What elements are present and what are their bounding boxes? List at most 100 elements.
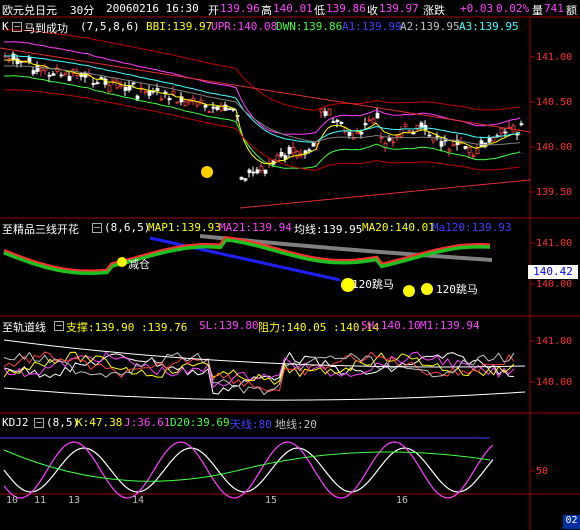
candle-body xyxy=(427,134,432,137)
candle-body xyxy=(123,86,128,91)
d20-line xyxy=(3,449,491,482)
p2-tick-1: 141.00 xyxy=(536,238,573,249)
candle-body xyxy=(307,149,312,152)
signal-reduce-label: 减仓 xyxy=(128,258,150,271)
candle-body xyxy=(387,138,392,141)
candle-body xyxy=(403,124,408,127)
candle-body xyxy=(475,148,480,154)
candle-body xyxy=(335,119,340,122)
candle-body xyxy=(439,141,444,147)
candle-body xyxy=(391,141,396,144)
signal-dot-jump2b xyxy=(421,283,433,295)
panel4-name[interactable]: KDJ2 xyxy=(2,416,29,429)
x-label-3: 13 xyxy=(68,495,81,506)
support-trendline xyxy=(239,179,531,209)
candle-body xyxy=(147,90,152,96)
panel4-sky: 天线:80 xyxy=(230,418,272,431)
candle-body xyxy=(339,122,344,124)
panel1-a3: A3:139.95 xyxy=(459,20,519,33)
panel3-toggle-icon[interactable]: − xyxy=(54,320,64,331)
panel1-indicator-bar: K − 马到成功 (7,5,8,6) BBI:139.97 UPR:140.08… xyxy=(0,19,580,36)
panel3-name[interactable]: 至轨道线 xyxy=(2,319,46,335)
panel1-prefix: K xyxy=(2,20,9,33)
candle-body xyxy=(203,105,208,108)
candle-body xyxy=(255,169,260,174)
candle-body xyxy=(399,128,404,137)
candle-body xyxy=(379,136,384,139)
candle-body xyxy=(295,151,300,158)
p3-line-2 xyxy=(3,351,515,385)
candle-body xyxy=(207,111,212,113)
candle-body xyxy=(39,68,44,72)
upr-line xyxy=(3,41,521,135)
panel2-toggle-icon[interactable]: − xyxy=(92,222,102,233)
candle-body xyxy=(115,80,120,89)
candle-body xyxy=(451,144,456,147)
panel1-dwn: DWN:139.86 xyxy=(276,20,343,33)
candle-body xyxy=(195,101,200,106)
panel4-k: K:47.38 xyxy=(76,416,123,429)
candle-body xyxy=(59,74,64,77)
candle-body xyxy=(91,83,96,85)
panel1-a1: A1:139.99 xyxy=(342,20,402,33)
panel1-toggle-icon[interactable]: − xyxy=(12,21,22,32)
candle-body xyxy=(287,147,292,155)
panel1-name[interactable]: 马到成功 xyxy=(24,20,68,36)
candle-body xyxy=(263,169,268,174)
candle-body xyxy=(51,73,56,76)
candle-body xyxy=(159,98,164,101)
candle-body xyxy=(63,72,68,75)
candle-body xyxy=(367,119,372,122)
panel2-avg: 均线:139.95 xyxy=(294,223,363,236)
candle-body xyxy=(279,151,284,157)
candle-body xyxy=(35,64,40,72)
panel2-map1: MAP1:139.93 xyxy=(148,221,221,234)
p1-tick-4: 139.50 xyxy=(536,187,573,198)
p3-tick-1: 141.00 xyxy=(536,336,573,347)
panel4-params: (8,5) xyxy=(46,416,80,429)
candle-body xyxy=(167,97,172,101)
p3-line-4 xyxy=(3,351,515,396)
p4-tick-1: 50 xyxy=(536,466,549,477)
x-label-2: 11 xyxy=(34,495,47,506)
candle-body xyxy=(175,101,180,104)
x-label-6: 16 xyxy=(396,495,409,506)
panel3-m1: M1:139.94 xyxy=(420,319,480,332)
candle-body xyxy=(359,132,364,135)
panel3-sh: SH:140.10 xyxy=(361,319,421,332)
candle-body xyxy=(131,82,136,85)
signal-jump1-label: 120跳马 xyxy=(352,278,394,291)
signal-dot-p1 xyxy=(201,166,213,178)
signal-dot-reduce xyxy=(117,257,127,267)
candle-body xyxy=(395,135,400,138)
panel2-name[interactable]: 至精品三线开花 xyxy=(2,221,79,237)
candle-body xyxy=(111,77,116,82)
panel4-ground: 地线:20 xyxy=(275,418,317,431)
candle-body xyxy=(327,108,332,116)
x-axis-corner: 02 xyxy=(563,515,580,529)
candle-body xyxy=(467,147,472,154)
candle-body xyxy=(331,121,336,123)
x-label-4: 14 xyxy=(132,495,145,506)
chart-canvas[interactable] xyxy=(0,0,580,530)
candle-body xyxy=(143,90,148,93)
candle-body xyxy=(323,111,328,116)
candle-body xyxy=(95,82,100,85)
candle-body xyxy=(371,118,376,124)
candle-body xyxy=(239,176,244,180)
panel2-ma120: Ma120:139.93 xyxy=(432,221,512,234)
candle-body xyxy=(11,53,16,61)
candle-body xyxy=(99,77,104,79)
panel4-toggle-icon[interactable]: − xyxy=(34,417,44,428)
candle-body xyxy=(135,95,140,100)
signal-jump2-label: 120跳马 xyxy=(436,283,478,296)
candle-body xyxy=(171,90,176,95)
candle-body xyxy=(247,169,252,173)
panel2-ma21: MA21:139.94 xyxy=(219,221,292,234)
ma20-line xyxy=(3,236,491,276)
p3-tick-2: 140.00 xyxy=(536,377,573,388)
candle-body xyxy=(375,112,380,119)
candle-body xyxy=(311,142,316,147)
panel4-indicator-bar: KDJ2 − (8,5) K:47.38 J:36.61 D20:39.69 天… xyxy=(0,415,580,431)
candle-body xyxy=(363,123,368,126)
